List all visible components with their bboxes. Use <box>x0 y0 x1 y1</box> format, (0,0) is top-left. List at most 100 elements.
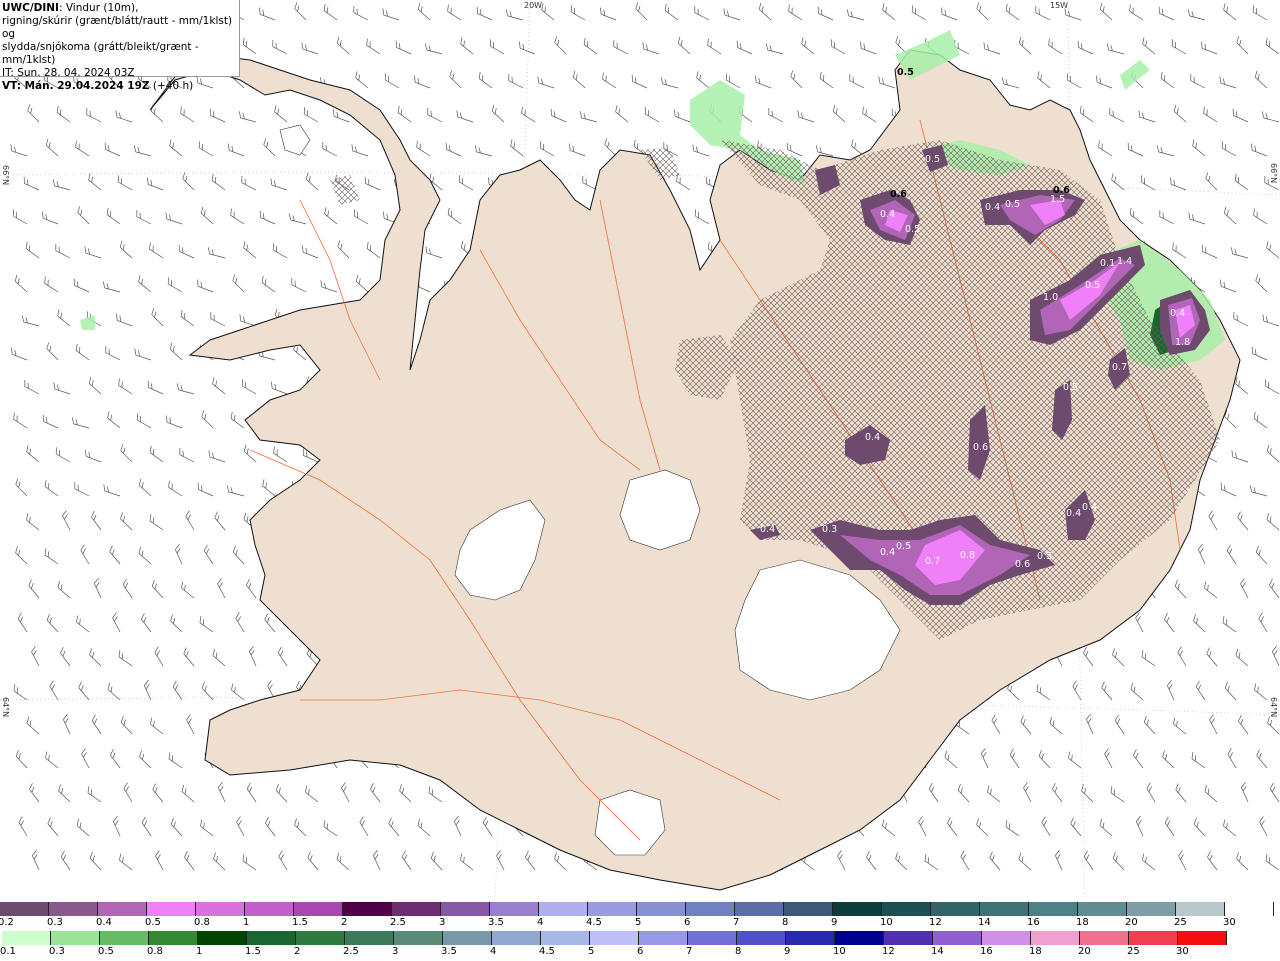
legend-label: 14 <box>931 946 944 957</box>
legend-swatch <box>590 931 639 945</box>
legend-swatch <box>1178 931 1227 945</box>
precip-value-label: 0.6 <box>973 442 988 453</box>
legend-label: 3 <box>439 917 446 928</box>
legend-label: 25 <box>1127 946 1140 957</box>
legend-swatch <box>588 902 637 916</box>
legend-swatch <box>392 902 441 916</box>
legend-label: 8 <box>782 917 789 928</box>
legend-swatch <box>2 931 51 945</box>
legend-swatch <box>296 931 345 945</box>
precip-value-label: 0.4 <box>1066 508 1081 519</box>
snow-legend: 0.2 0.3 0.4 0.5 0.8 1 1.5 2 2.5 3 3.5 4 4.5 5 6 7 8 9 10 12… <box>0 902 1280 932</box>
legend-swatch <box>637 902 686 916</box>
precip-value-label: 0.7 <box>925 556 940 567</box>
legend-label: 0.1 <box>0 946 16 957</box>
legend-swatch <box>1031 931 1080 945</box>
precip-value-label: 0.5 <box>925 154 940 165</box>
legend-label: 0.2 <box>0 917 14 928</box>
legend-swatch <box>931 902 980 916</box>
precip-value-label: 0.5 <box>1037 551 1052 562</box>
legend-swatch <box>833 902 882 916</box>
map-canvas: 0.50.50.6 0.60.4 0.5 1.50.40.50.1 1.40.51.00… <box>0 0 1280 900</box>
lat-label-66-right: 66°N <box>1269 163 1278 184</box>
info-line-1-rest: : Vindur (10m), <box>58 2 139 14</box>
legend-label: 18 <box>1029 946 1042 957</box>
info-line-3: slydda/snjókoma (grátt/bleikt/grænt - mm… <box>2 41 199 66</box>
legend-label: 9 <box>784 946 791 957</box>
legend-label: 14 <box>978 917 991 928</box>
valid-time-bold: VT: Mán. 29.04.2024 19Z <box>2 80 150 92</box>
precip-value-label: 0.8 <box>960 550 975 561</box>
legend-swatch <box>245 902 294 916</box>
legend-swatch <box>735 902 784 916</box>
legend-label: 25 <box>1174 917 1187 928</box>
precip-value-label: 0.6 <box>1015 559 1030 570</box>
precip-value-label: 1.5 <box>1050 194 1065 205</box>
legend-swatch <box>394 931 443 945</box>
legend-swatch <box>247 931 296 945</box>
precip-value-label: 0.4 <box>985 202 1000 213</box>
precip-value-label: 1.8 <box>1175 337 1190 348</box>
legend-label: 16 <box>1027 917 1040 928</box>
legend-swatch <box>541 931 590 945</box>
rain-legend: 0.1 0.3 0.5 0.8 1 1.5 2 2.5 3 3.5 4 4.5 5 6 7 8 9 10 12 14 1… <box>0 931 1280 961</box>
legend-label: 20 <box>1125 917 1138 928</box>
legend-label: 3 <box>392 946 399 957</box>
legend-swatch <box>443 931 492 945</box>
lat-label-64-right: 64°N <box>1269 697 1278 718</box>
precip-value-label: 0.5 <box>905 224 920 235</box>
legend-label: 30 <box>1223 917 1236 928</box>
legend-swatch <box>198 931 247 945</box>
legend-swatch <box>343 902 392 916</box>
legend-swatch <box>686 902 735 916</box>
precip-value-label: 0.4 <box>1082 502 1097 513</box>
weather-map: 0.5 0.5 0.6 0.6 0.4 0.5 1.5 0.4 0.5 0.1 1.4 0.5 1.0 0… <box>0 0 1280 900</box>
precip-value-label: 0.4 <box>880 209 895 220</box>
precip-value-label: 0.5 <box>1085 280 1100 291</box>
legend-label: 2.5 <box>390 917 406 928</box>
precip-value-label: 0.4 <box>880 547 895 558</box>
legend-label: 0.5 <box>145 917 161 928</box>
legend-label: 3.5 <box>488 917 504 928</box>
map-info-box: UWC/DINI: Vindur (10m), rigning/skúrir (… <box>0 0 240 92</box>
legend-swatch <box>1080 931 1129 945</box>
legend-label: 4 <box>537 917 544 928</box>
legend-swatch <box>0 902 49 916</box>
legend-swatch <box>294 902 343 916</box>
legend-swatch <box>1225 902 1274 916</box>
legend-swatch <box>100 931 149 945</box>
rain-legend-row: 0.1 0.3 0.5 0.8 1 1.5 2 2.5 3 3.5 4 4.5 5 6 7 8 9 10 12 14 1… <box>0 931 1280 957</box>
legend-swatch <box>835 931 884 945</box>
legend-label: 0.5 <box>98 946 114 957</box>
precip-value-label: 0.5 <box>896 541 911 552</box>
precip-value-label: 0.4 <box>760 524 775 535</box>
legend-swatch <box>492 931 541 945</box>
legend-swatch <box>1078 902 1127 916</box>
legend-label: 9 <box>831 917 838 928</box>
init-time: IT: Sun. 28. 04. 2024 03Z <box>2 67 135 79</box>
precip-value-label: 1.0 <box>1043 292 1058 303</box>
precip-value-label: 0.1 <box>1100 258 1115 269</box>
legend-swatch <box>737 931 786 945</box>
lon-label-20w: 20W <box>524 1 543 10</box>
legend-label: 12 <box>882 946 895 957</box>
legend-label: 0.3 <box>47 917 63 928</box>
legend-label: 2.5 <box>343 946 359 957</box>
info-line-1: UWC/DINI: Vindur (10m), <box>2 2 239 15</box>
legend-label: 7 <box>686 946 693 957</box>
precip-value-label: 0.5 <box>1063 382 1078 393</box>
legend-swatch <box>539 902 588 916</box>
legend-label: 8 <box>735 946 742 957</box>
legend-label: 18 <box>1076 917 1089 928</box>
precip-value-label: 0.4 <box>1170 308 1185 319</box>
model-name: UWC/DINI <box>2 2 59 14</box>
info-line-2: rigning/skúrir (grænt/blátt/rautt - mm/1… <box>2 15 233 40</box>
valid-time: VT: Mán. 29.04.2024 19Z (+40 h) <box>2 80 239 93</box>
lat-label-64-left: 64°N <box>1 697 10 718</box>
lon-label-15w: 15W <box>1050 1 1069 10</box>
legend-label: 2 <box>341 917 348 928</box>
legend-label: 7 <box>733 917 740 928</box>
legend-label: 3.5 <box>441 946 457 957</box>
precip-value-label: 0.7 <box>1112 362 1127 373</box>
precip-value-label: 0.6 <box>890 189 907 200</box>
